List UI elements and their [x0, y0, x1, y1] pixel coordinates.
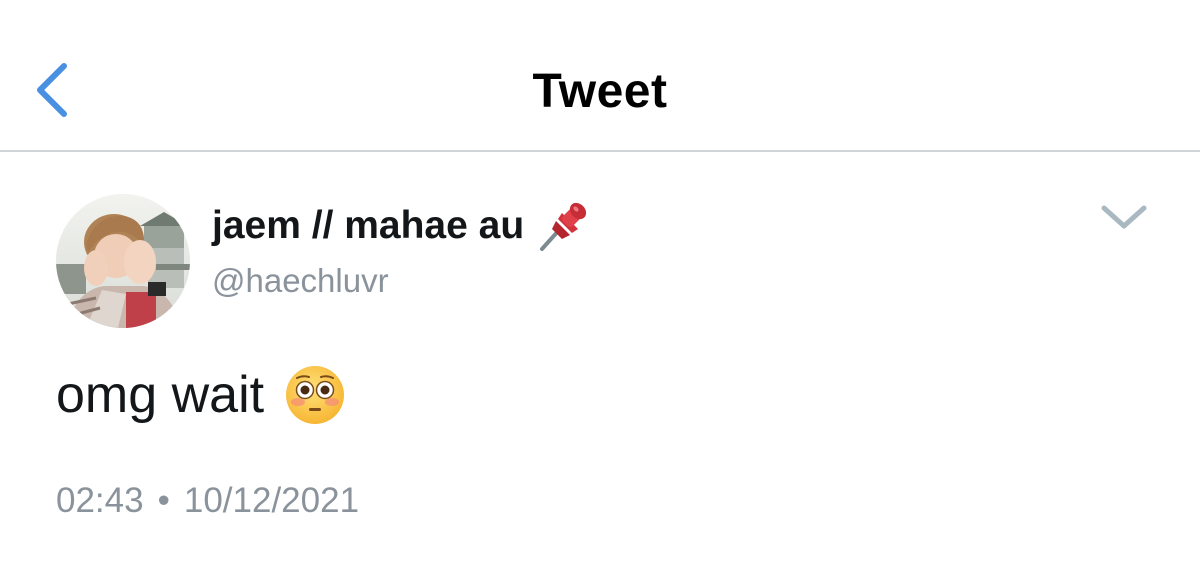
tweet-detail-screen: Tweet jaem // mahae au @haechluvr omg wa… — [0, 0, 1200, 570]
page-title: Tweet — [532, 65, 668, 118]
timestamp-separator: • — [157, 481, 170, 520]
tweet-menu-button[interactable] — [1096, 196, 1152, 240]
pushpin-icon — [538, 199, 590, 253]
tweet-text-content: omg wait — [56, 366, 265, 424]
avatar[interactable] — [56, 194, 190, 328]
author-display-name-row[interactable]: jaem // mahae au — [212, 198, 590, 254]
author-handle[interactable]: @haechluvr — [212, 260, 389, 302]
author-display-name[interactable]: jaem // mahae au — [212, 204, 524, 248]
tweet-text: omg wait — [56, 360, 346, 430]
tweet-timestamp[interactable]: 02:43 • 10/12/2021 — [56, 478, 359, 524]
navigation-header: Tweet — [0, 0, 1200, 152]
tweet-time: 02:43 — [56, 481, 144, 520]
flushed-face-emoji — [284, 364, 346, 426]
tweet-date: 10/12/2021 — [183, 481, 360, 520]
avatar-image — [56, 194, 190, 328]
chevron-down-icon — [1101, 205, 1147, 229]
